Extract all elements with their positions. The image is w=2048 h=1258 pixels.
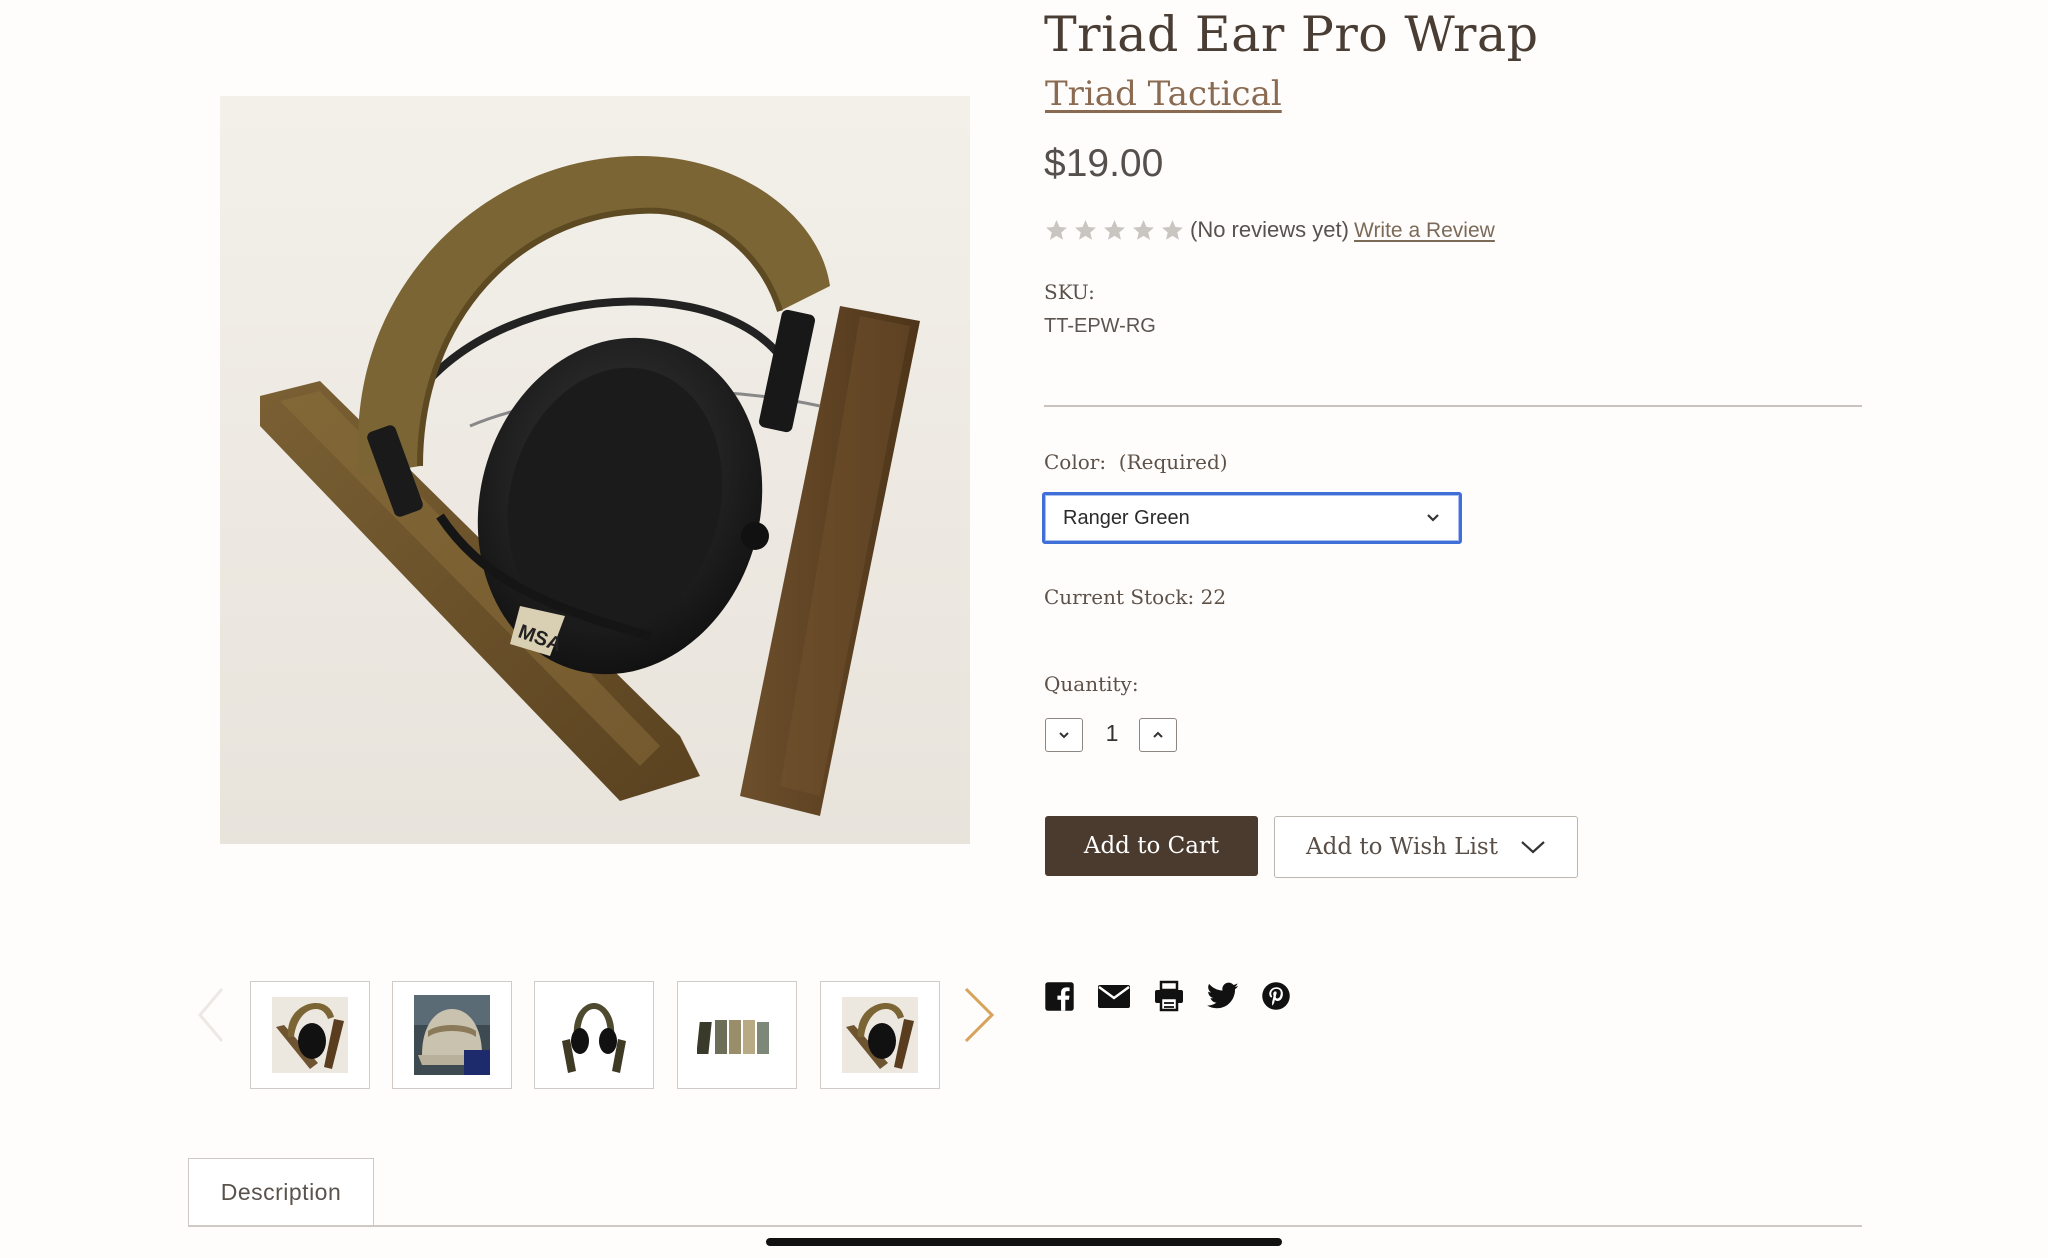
quantity-increase-button[interactable] [1139, 718, 1177, 752]
share-icons [1044, 980, 1291, 1017]
chevron-up-icon [1153, 731, 1163, 738]
print-icon[interactable] [1153, 980, 1185, 1017]
gallery-thumbnail[interactable] [250, 981, 370, 1089]
brand-link[interactable]: Triad Tactical [1045, 74, 1282, 114]
gallery-thumbnail[interactable] [820, 981, 940, 1089]
product-price: $19.00 [1044, 142, 1164, 185]
gallery-next-arrow[interactable] [962, 985, 996, 1050]
facebook-icon[interactable] [1044, 981, 1075, 1017]
gallery-thumbnail[interactable] [392, 981, 512, 1089]
star-icon [1046, 220, 1067, 240]
sku-label: SKU: [1044, 280, 1095, 304]
gallery-prev-arrow[interactable] [196, 985, 226, 1050]
reviews-count: (No reviews yet) [1190, 217, 1349, 242]
headphones-wraps-thumbnail [272, 997, 348, 1073]
divider [1044, 405, 1862, 407]
email-icon[interactable] [1097, 982, 1131, 1015]
add-to-wish-list-button[interactable]: Add to Wish List [1274, 816, 1578, 878]
chevron-down-icon [1427, 514, 1439, 522]
twitter-icon[interactable] [1206, 982, 1239, 1015]
star-icon [1104, 220, 1125, 240]
chevron-down-icon [1521, 841, 1545, 854]
wish-list-label: Add to Wish List [1306, 834, 1498, 860]
headphones-wraps-thumbnail [556, 997, 632, 1073]
color-select-value: Ranger Green [1063, 506, 1190, 529]
star-icon [1162, 220, 1183, 240]
tab-divider [188, 1225, 1862, 1227]
chevron-left-icon [198, 988, 224, 1042]
rating-stars [1044, 218, 1185, 243]
quantity-label: Quantity: [1044, 672, 1139, 696]
home-indicator[interactable] [766, 1238, 1282, 1246]
color-label: Color: (Required) [1044, 450, 1228, 474]
wraps-lineup-thumbnail [697, 1010, 777, 1060]
star-icon [1133, 220, 1154, 240]
pinterest-icon[interactable] [1261, 981, 1291, 1016]
product-main-image[interactable]: MSA [220, 96, 970, 844]
product-title: Triad Ear Pro Wrap [1044, 6, 1539, 63]
gallery-thumbnail[interactable] [534, 981, 654, 1089]
chevron-down-icon [1059, 732, 1069, 739]
star-icon [1075, 220, 1096, 240]
gallery-thumbnail[interactable] [677, 981, 797, 1089]
headphones-wraps-thumbnail [842, 997, 918, 1073]
sku-value: TT-EPW-RG [1044, 315, 1156, 337]
quantity-input[interactable]: 1 [1092, 720, 1132, 747]
write-review-link[interactable]: Write a Review [1354, 219, 1495, 243]
current-stock: Current Stock: 22 [1044, 585, 1227, 609]
color-select[interactable]: Ranger Green [1042, 492, 1462, 544]
add-to-cart-button[interactable]: Add to Cart [1045, 816, 1258, 876]
chevron-right-icon [964, 987, 995, 1043]
quantity-decrease-button[interactable] [1045, 718, 1083, 752]
tab-description[interactable]: Description [188, 1158, 374, 1226]
cap-wrap-thumbnail [414, 995, 490, 1075]
